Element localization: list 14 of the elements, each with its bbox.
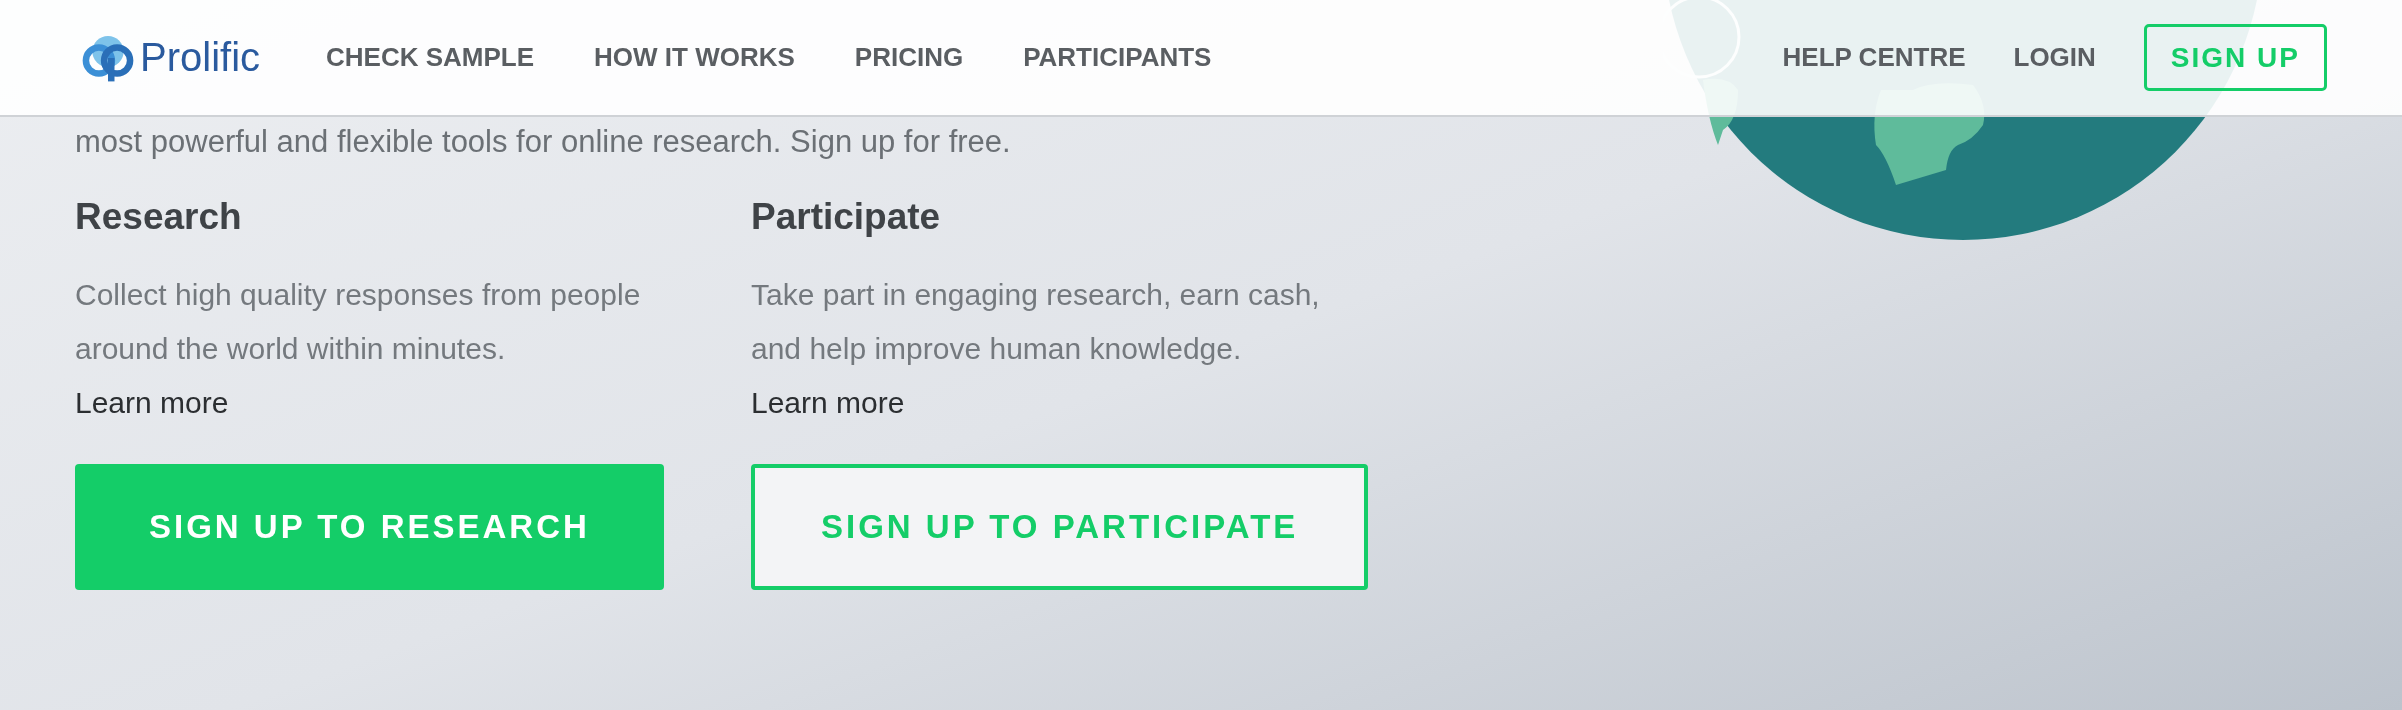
nav-link[interactable]: HELP CENTRE bbox=[1782, 42, 1966, 73]
logo-wordmark[interactable]: Prolific bbox=[140, 35, 261, 80]
section-description: Take part in engaging research, earn cash, and help improve human knowledge. Learn more bbox=[751, 277, 1321, 421]
nav-link[interactable]: LOGIN bbox=[2013, 42, 2096, 73]
section-heading: Research bbox=[75, 196, 242, 238]
nav-link[interactable]: HOW IT WORKS bbox=[594, 42, 795, 73]
section-description: Collect high quality responses from people around the world within minutes. Learn more bbox=[75, 277, 642, 421]
nav-link[interactable]: PARTICIPANTS bbox=[1023, 42, 1212, 73]
learn-more-link[interactable]: Learn more bbox=[751, 386, 905, 419]
learn-more-link[interactable]: Learn more bbox=[75, 386, 229, 419]
nav-link[interactable]: CHECK SAMPLE bbox=[326, 42, 535, 73]
section-heading: Participate bbox=[751, 196, 941, 238]
intro-text: most powerful and flexible tools for online research. Sign up for free. bbox=[75, 124, 1012, 160]
nav-link[interactable]: PRICING bbox=[854, 42, 964, 73]
